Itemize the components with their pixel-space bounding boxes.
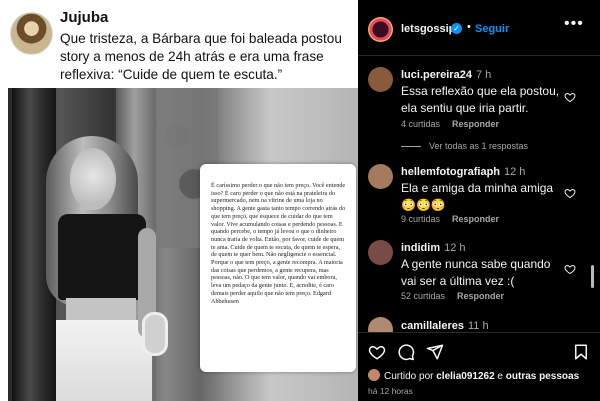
person-face xyxy=(70,148,116,210)
comment-meta: 9 curtidas Responder xyxy=(401,214,511,224)
comment-bubble-icon[interactable] xyxy=(397,343,415,361)
tweet-author-name: Jujuba xyxy=(60,9,109,26)
verified-badge-icon: ✓ xyxy=(451,23,462,34)
tweet-avatar xyxy=(10,12,53,55)
liked-by-user[interactable]: clelia091262 xyxy=(436,371,494,382)
comment-avatar[interactable] xyxy=(368,240,393,265)
comment-emoji: 😳😳😳 xyxy=(401,198,446,212)
liked-by-avatar xyxy=(368,369,380,381)
reply-button[interactable]: Responder xyxy=(452,119,499,129)
like-comment-heart-icon[interactable] xyxy=(564,263,576,275)
account-avatar[interactable] xyxy=(368,17,393,42)
comment-avatar[interactable] xyxy=(368,67,393,92)
comment-avatar[interactable] xyxy=(368,164,393,189)
comment-list: luci.pereira24 7 h Essa reflexão que ela … xyxy=(358,57,600,332)
comment-text: Essa reflexão que ela postou, ela sentiu… xyxy=(401,84,560,115)
post-header: letsgossip ✓ • Seguir ••• xyxy=(358,0,600,56)
post-image: Jujuba Que tristeza, a Bárbara que foi b… xyxy=(0,0,358,401)
follow-button[interactable]: Seguir xyxy=(475,23,509,35)
comment-username[interactable]: indidim 12 h xyxy=(401,242,466,254)
comment-likes[interactable]: 9 curtidas xyxy=(401,214,440,224)
comment-username[interactable]: hellemfotografiaph 12 h xyxy=(401,166,525,178)
comment-time: 12 h xyxy=(444,242,466,254)
comments-panel: letsgossip ✓ • Seguir ••• luci.pereira24… xyxy=(358,0,600,401)
handbag xyxy=(142,312,168,356)
like-heart-icon[interactable] xyxy=(368,343,386,361)
comment-meta: 4 curtidas Responder xyxy=(401,119,511,129)
account-username[interactable]: letsgossip xyxy=(401,23,455,35)
tweet-screenshot: Jujuba Que tristeza, a Bárbara que foi b… xyxy=(0,0,358,88)
story-text: É caríssimo perder o que não tem preço. … xyxy=(211,182,346,305)
like-comment-heart-icon[interactable] xyxy=(564,187,576,199)
person-top xyxy=(58,214,146,300)
comment-text: Ela e amiga da minha amiga 😳😳😳 xyxy=(401,181,554,212)
comment-likes[interactable]: 52 curtidas xyxy=(401,291,445,301)
reply-button[interactable]: Responder xyxy=(452,214,499,224)
tweet-text: Que tristeza, a Bárbara que foi baleada … xyxy=(60,31,342,82)
story-text-card: É caríssimo perder o que não tem preço. … xyxy=(200,164,356,372)
view-replies-link[interactable]: Ver todas as 1 respostas xyxy=(401,141,528,151)
share-paper-plane-icon[interactable] xyxy=(426,343,444,361)
header-separator: • xyxy=(467,21,471,33)
save-bookmark-icon[interactable] xyxy=(572,343,590,361)
comment-text: A gente nunca sabe quando vai ser a últi… xyxy=(401,257,551,288)
liked-by-text: Curtido por clelia091262 e outras pessoa… xyxy=(368,369,579,382)
comment-time: 12 h xyxy=(504,166,526,178)
scrollbar[interactable] xyxy=(591,265,594,288)
comment-username[interactable]: luci.pereira24 7 h xyxy=(401,69,491,81)
post-timestamp: há 12 horas xyxy=(368,386,413,396)
post-actions-footer: Curtido por clelia091262 e outras pessoa… xyxy=(358,332,600,401)
liked-by-others[interactable]: outras pessoas xyxy=(506,371,579,382)
comment-time: 7 h xyxy=(475,69,492,81)
more-options-icon[interactable]: ••• xyxy=(564,15,584,33)
reply-button[interactable]: Responder xyxy=(457,291,504,301)
comment-time: 11 h xyxy=(468,320,489,332)
comment-meta: 52 curtidas Responder xyxy=(401,291,516,301)
like-comment-heart-icon[interactable] xyxy=(564,91,576,103)
story-photo: É caríssimo perder o que não tem preço. … xyxy=(8,88,358,401)
comment-username[interactable]: camillaleres 11 h xyxy=(401,320,489,332)
comment-likes[interactable]: 4 curtidas xyxy=(401,119,440,129)
comment-avatar[interactable] xyxy=(368,317,393,332)
